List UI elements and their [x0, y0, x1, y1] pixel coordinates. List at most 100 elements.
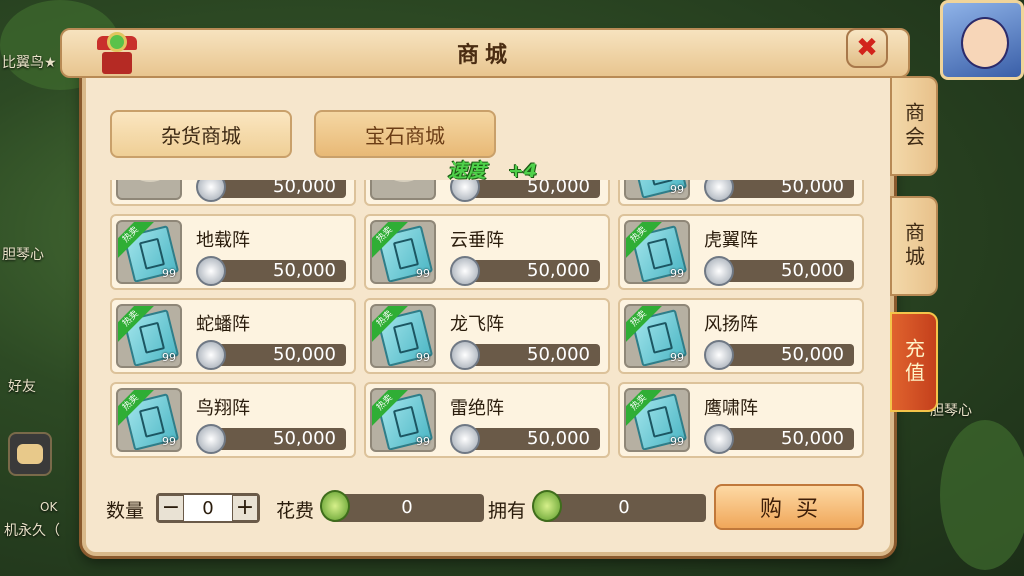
- cost-label: 花费: [276, 500, 315, 522]
- quantity-decrease-button[interactable]: −: [158, 495, 184, 521]
- owned-value: 0: [542, 494, 706, 522]
- stat-popup-label: 速度: [448, 160, 487, 182]
- item-price: 50,000: [466, 344, 600, 366]
- tab-general-store[interactable]: 杂货商城: [110, 110, 292, 158]
- item-name: 雷绝阵: [450, 398, 504, 419]
- lantern-icon: [94, 32, 140, 76]
- item-grid: 50,000 50,000 99 50,000 热卖 99 地载阵 50,000 热卖 99 云垂阵…: [110, 180, 864, 458]
- item-name: 地载阵: [196, 230, 250, 251]
- quantity-label: 数量: [106, 500, 145, 522]
- chat-button[interactable]: [8, 432, 52, 476]
- shop-item[interactable]: 99 50,000: [618, 180, 864, 206]
- item-stack-count: 99: [416, 435, 430, 448]
- item-name: 云垂阵: [450, 230, 504, 251]
- item-stack-count: 99: [670, 267, 684, 280]
- item-stack-count: 99: [162, 351, 176, 364]
- jade-currency-icon: [532, 490, 562, 522]
- item-stack-count: 99: [162, 435, 176, 448]
- shop-item[interactable]: 热卖 99 风扬阵 50,000: [618, 298, 864, 374]
- bg-player-name: 机永久（: [4, 523, 60, 539]
- tab-recharge[interactable]: 充值: [890, 312, 938, 412]
- item-price: 50,000: [720, 260, 854, 282]
- formation-book-icon: 热卖 99: [116, 388, 182, 452]
- close-button[interactable]: ✖: [846, 28, 888, 68]
- item-name: 蛇蟠阵: [196, 314, 250, 335]
- formation-book-icon: 热卖 99: [624, 388, 690, 452]
- shop-item[interactable]: 热卖 99 雷绝阵 50,000: [364, 382, 610, 458]
- item-price: 50,000: [466, 428, 600, 450]
- item-stack-count: 99: [162, 267, 176, 280]
- item-stack-count: 99: [416, 351, 430, 364]
- jade-currency-icon: [320, 490, 350, 522]
- chat-bubble-icon: [17, 444, 43, 464]
- owned-label: 拥有: [488, 500, 527, 522]
- shop-item[interactable]: 热卖 99 云垂阵 50,000: [364, 214, 610, 290]
- item-price: 50,000: [720, 344, 854, 366]
- silver-coin-icon: [450, 340, 480, 370]
- shop-item[interactable]: 热卖 99 地载阵 50,000: [110, 214, 356, 290]
- stat-popup: 速度 +4: [448, 156, 537, 183]
- shop-item[interactable]: 50,000: [364, 180, 610, 206]
- formation-book-icon: 热卖 99: [370, 220, 436, 284]
- tab-mall[interactable]: 商城: [890, 196, 938, 296]
- silver-coin-icon: [450, 256, 480, 286]
- cost-value: 0: [330, 494, 484, 522]
- bg-chat-tag: OK: [40, 500, 58, 514]
- stat-popup-delta: +4: [508, 160, 538, 182]
- quantity-stepper: − +: [156, 493, 260, 523]
- formation-book-icon: 99: [624, 180, 690, 200]
- food-dish-icon: [116, 180, 182, 200]
- item-price: 50,000: [212, 260, 346, 282]
- formation-book-icon: 热卖 99: [624, 304, 690, 368]
- formation-book-icon: 热卖 99: [116, 304, 182, 368]
- item-name: 风扬阵: [704, 314, 758, 335]
- item-name: 龙飞阵: [450, 314, 504, 335]
- bg-player-name: 比翼鸟★: [2, 55, 57, 71]
- item-price: 50,000: [212, 344, 346, 366]
- tab-guild-shop[interactable]: 商会: [890, 76, 938, 176]
- silver-coin-icon: [704, 424, 734, 454]
- avatar-face-icon: [961, 17, 1009, 69]
- item-price: 50,000: [720, 180, 854, 198]
- silver-coin-icon: [196, 340, 226, 370]
- silver-coin-icon: [704, 340, 734, 370]
- item-list[interactable]: 50,000 50,000 99 50,000 热卖 99 地载阵 50,000 热卖 99 云垂阵…: [110, 180, 870, 464]
- item-stack-count: 99: [416, 267, 430, 280]
- close-icon: ✖: [856, 33, 878, 63]
- shop-item[interactable]: 热卖 99 虎翼阵 50,000: [618, 214, 864, 290]
- item-stack-count: 99: [670, 351, 684, 364]
- silver-coin-icon: [704, 180, 734, 202]
- formation-book-icon: 热卖 99: [624, 220, 690, 284]
- shop-item[interactable]: 热卖 99 蛇蟠阵 50,000: [110, 298, 356, 374]
- silver-coin-icon: [196, 256, 226, 286]
- bg-player-name: 胆琴心: [2, 247, 44, 263]
- item-name: 鹰啸阵: [704, 398, 758, 419]
- shop-item[interactable]: 50,000: [110, 180, 356, 206]
- silver-coin-icon: [704, 256, 734, 286]
- item-price: 50,000: [720, 428, 854, 450]
- title-bar: 商城: [60, 28, 910, 78]
- bg-player-name: 好友: [8, 379, 36, 395]
- item-stack-count: 99: [670, 183, 684, 196]
- buy-button[interactable]: 购买: [714, 484, 864, 530]
- shop-item[interactable]: 热卖 99 鹰啸阵 50,000: [618, 382, 864, 458]
- shop-item[interactable]: 热卖 99 鸟翔阵 50,000: [110, 382, 356, 458]
- formation-book-icon: 热卖 99: [370, 304, 436, 368]
- formation-book-icon: 热卖 99: [370, 388, 436, 452]
- quantity-increase-button[interactable]: +: [232, 495, 258, 521]
- quantity-input[interactable]: [186, 495, 230, 521]
- formation-book-icon: 热卖 99: [116, 220, 182, 284]
- item-price: 50,000: [212, 428, 346, 450]
- item-price: 50,000: [212, 180, 346, 198]
- item-stack-count: 99: [670, 435, 684, 448]
- player-avatar[interactable]: [940, 0, 1024, 80]
- silver-coin-icon: [196, 180, 226, 202]
- window-title: 商城: [456, 43, 513, 68]
- shop-item[interactable]: 热卖 99 龙飞阵 50,000: [364, 298, 610, 374]
- item-price: 50,000: [466, 260, 600, 282]
- tab-gem-store[interactable]: 宝石商城: [314, 110, 496, 158]
- background-foliage: [940, 420, 1024, 570]
- silver-coin-icon: [450, 180, 480, 202]
- food-dish-icon: [370, 180, 436, 200]
- silver-coin-icon: [196, 424, 226, 454]
